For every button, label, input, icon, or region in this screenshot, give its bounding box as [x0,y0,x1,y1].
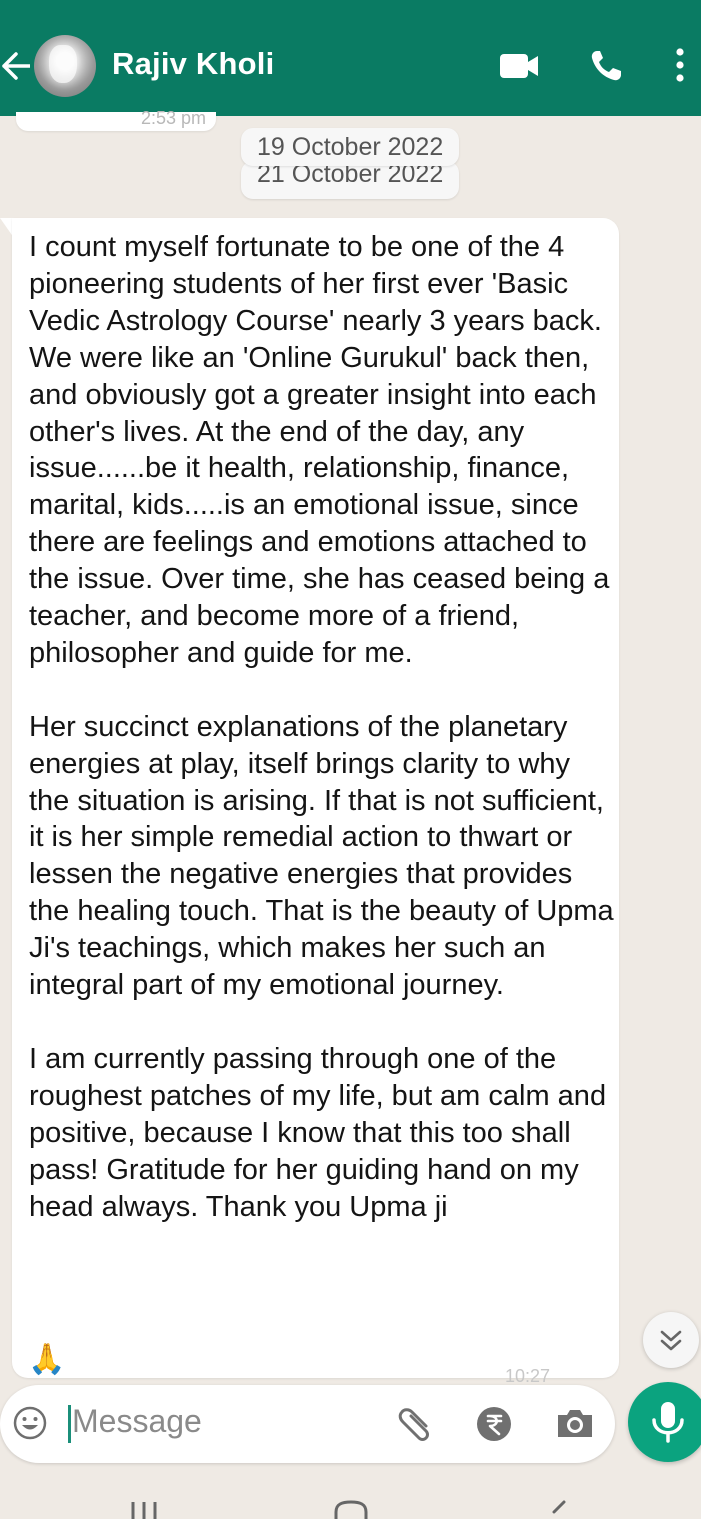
previous-message-time: 2:53 pm [140,108,206,128]
message-paragraph: Her succinct explanations of the planeta… [29,710,614,1002]
folded-hands-emoji: 🙏 [28,1343,66,1376]
home-icon[interactable] [334,1500,368,1519]
message-paragraph: I am currently passing through one of th… [29,1042,607,1223]
date-chip: 19 October 2022 [241,128,460,166]
scroll-to-bottom-button[interactable] [643,1312,699,1368]
date-chip-secondary: 21 October 2022 [241,161,460,199]
message-paragraph: I count myself fortunate to be one of th… [29,231,610,669]
emoji-icon[interactable] [12,1405,48,1441]
system-navigation-bar [0,1480,701,1519]
double-chevron-down-icon [660,1330,682,1351]
phone-icon[interactable] [589,49,623,83]
recent-apps-icon[interactable] [128,1500,160,1519]
rupee-icon[interactable] [475,1405,513,1443]
camera-icon[interactable] [555,1404,595,1442]
previous-message-fragment: 2:53 pm [16,108,216,131]
incoming-message-bubble[interactable]: I count myself fortunate to be one of th… [12,218,619,1378]
chat-header: Rajiv Kholi [0,0,701,116]
back-arrow-icon[interactable] [2,48,30,84]
message-input[interactable]: Message [72,1403,202,1440]
contact-name[interactable]: Rajiv Kholi [112,46,274,82]
paragraph-spacer [29,1004,614,1041]
message-composer[interactable]: Message [0,1385,615,1463]
video-call-icon[interactable] [499,51,539,81]
paragraph-spacer [29,672,614,709]
message-text: I count myself fortunate to be one of th… [29,229,614,1225]
contact-avatar[interactable] [34,35,96,97]
back-icon[interactable] [548,1500,568,1519]
mic-button[interactable] [628,1382,701,1462]
attach-icon[interactable] [395,1404,437,1442]
mic-icon [652,1402,684,1443]
message-time: 10:27 [505,1366,551,1386]
more-vert-icon[interactable] [672,46,688,84]
text-caret [68,1405,71,1443]
